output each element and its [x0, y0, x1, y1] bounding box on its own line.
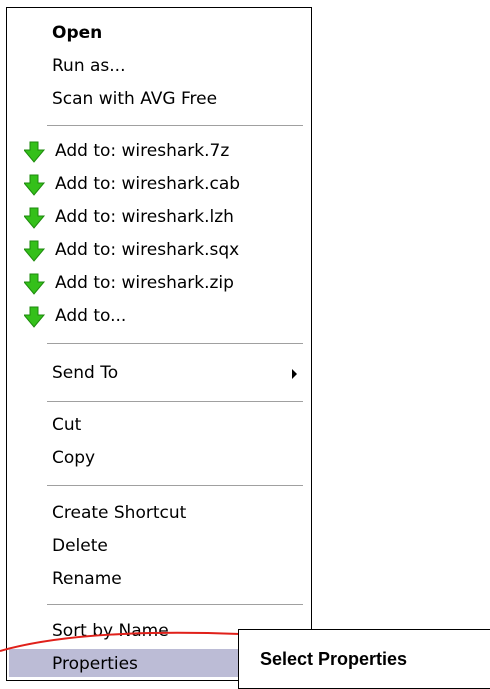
menu-item-label: Add to: wireshark.zip: [55, 273, 234, 293]
menu-item-open[interactable]: Open: [7, 18, 311, 48]
menu-separator: [47, 604, 303, 605]
menu-item-label: Create Shortcut: [52, 503, 187, 523]
menu-item-create-shortcut[interactable]: Create Shortcut: [7, 498, 311, 528]
menu-separator: [47, 125, 303, 126]
submenu-arrow-icon: [292, 369, 297, 379]
menu-item-label: Add to: wireshark.sqx: [55, 240, 240, 260]
annotation-callout: Select Properties: [238, 629, 490, 689]
menu-separator: [47, 485, 303, 486]
menu-item-scan-avg[interactable]: Scan with AVG Free: [7, 84, 311, 114]
menu-item-delete[interactable]: Delete: [7, 531, 311, 561]
green-down-arrow-icon: [24, 273, 46, 295]
menu-separator: [47, 343, 303, 344]
green-down-arrow-icon: [24, 207, 46, 229]
menu-item-add-to[interactable]: Add to...: [7, 301, 311, 331]
menu-item-label: Copy: [52, 448, 96, 468]
menu-item-label: Add to: wireshark.cab: [55, 174, 241, 194]
menu-item-send-to[interactable]: Send To: [7, 358, 311, 388]
menu-item-rename[interactable]: Rename: [7, 564, 311, 594]
menu-item-run-as[interactable]: Run as...: [7, 51, 311, 81]
green-down-arrow-icon: [24, 141, 46, 163]
menu-item-copy[interactable]: Copy: [7, 443, 311, 473]
menu-item-label: Cut: [52, 415, 82, 435]
annotation-line: [0, 631, 240, 652]
menu-item-label: Add to: wireshark.lzh: [55, 207, 234, 227]
menu-item-label: Open: [52, 23, 103, 43]
menu-item-add-sqx[interactable]: Add to: wireshark.sqx: [7, 235, 311, 265]
menu-item-label: Add to...: [55, 306, 127, 326]
menu-item-add-cab[interactable]: Add to: wireshark.cab: [7, 169, 311, 199]
green-down-arrow-icon: [24, 240, 46, 262]
menu-item-add-lzh[interactable]: Add to: wireshark.lzh: [7, 202, 311, 232]
menu-item-label: Run as...: [52, 56, 126, 76]
callout-text: Select Properties: [260, 649, 408, 669]
menu-item-add-zip[interactable]: Add to: wireshark.zip: [7, 268, 311, 298]
menu-item-label: Scan with AVG Free: [52, 89, 218, 109]
green-down-arrow-icon: [24, 174, 46, 196]
menu-item-add-7z[interactable]: Add to: wireshark.7z: [7, 136, 311, 166]
menu-item-cut[interactable]: Cut: [7, 410, 311, 440]
menu-item-label: Delete: [52, 536, 108, 556]
menu-item-label: Add to: wireshark.7z: [55, 141, 230, 161]
menu-separator: [47, 401, 303, 402]
menu-item-label: Rename: [52, 569, 122, 589]
menu-item-label: Send To: [52, 363, 119, 383]
context-menu: Open Run as... Scan with AVG Free Add to…: [6, 7, 312, 681]
green-down-arrow-icon: [24, 306, 46, 328]
